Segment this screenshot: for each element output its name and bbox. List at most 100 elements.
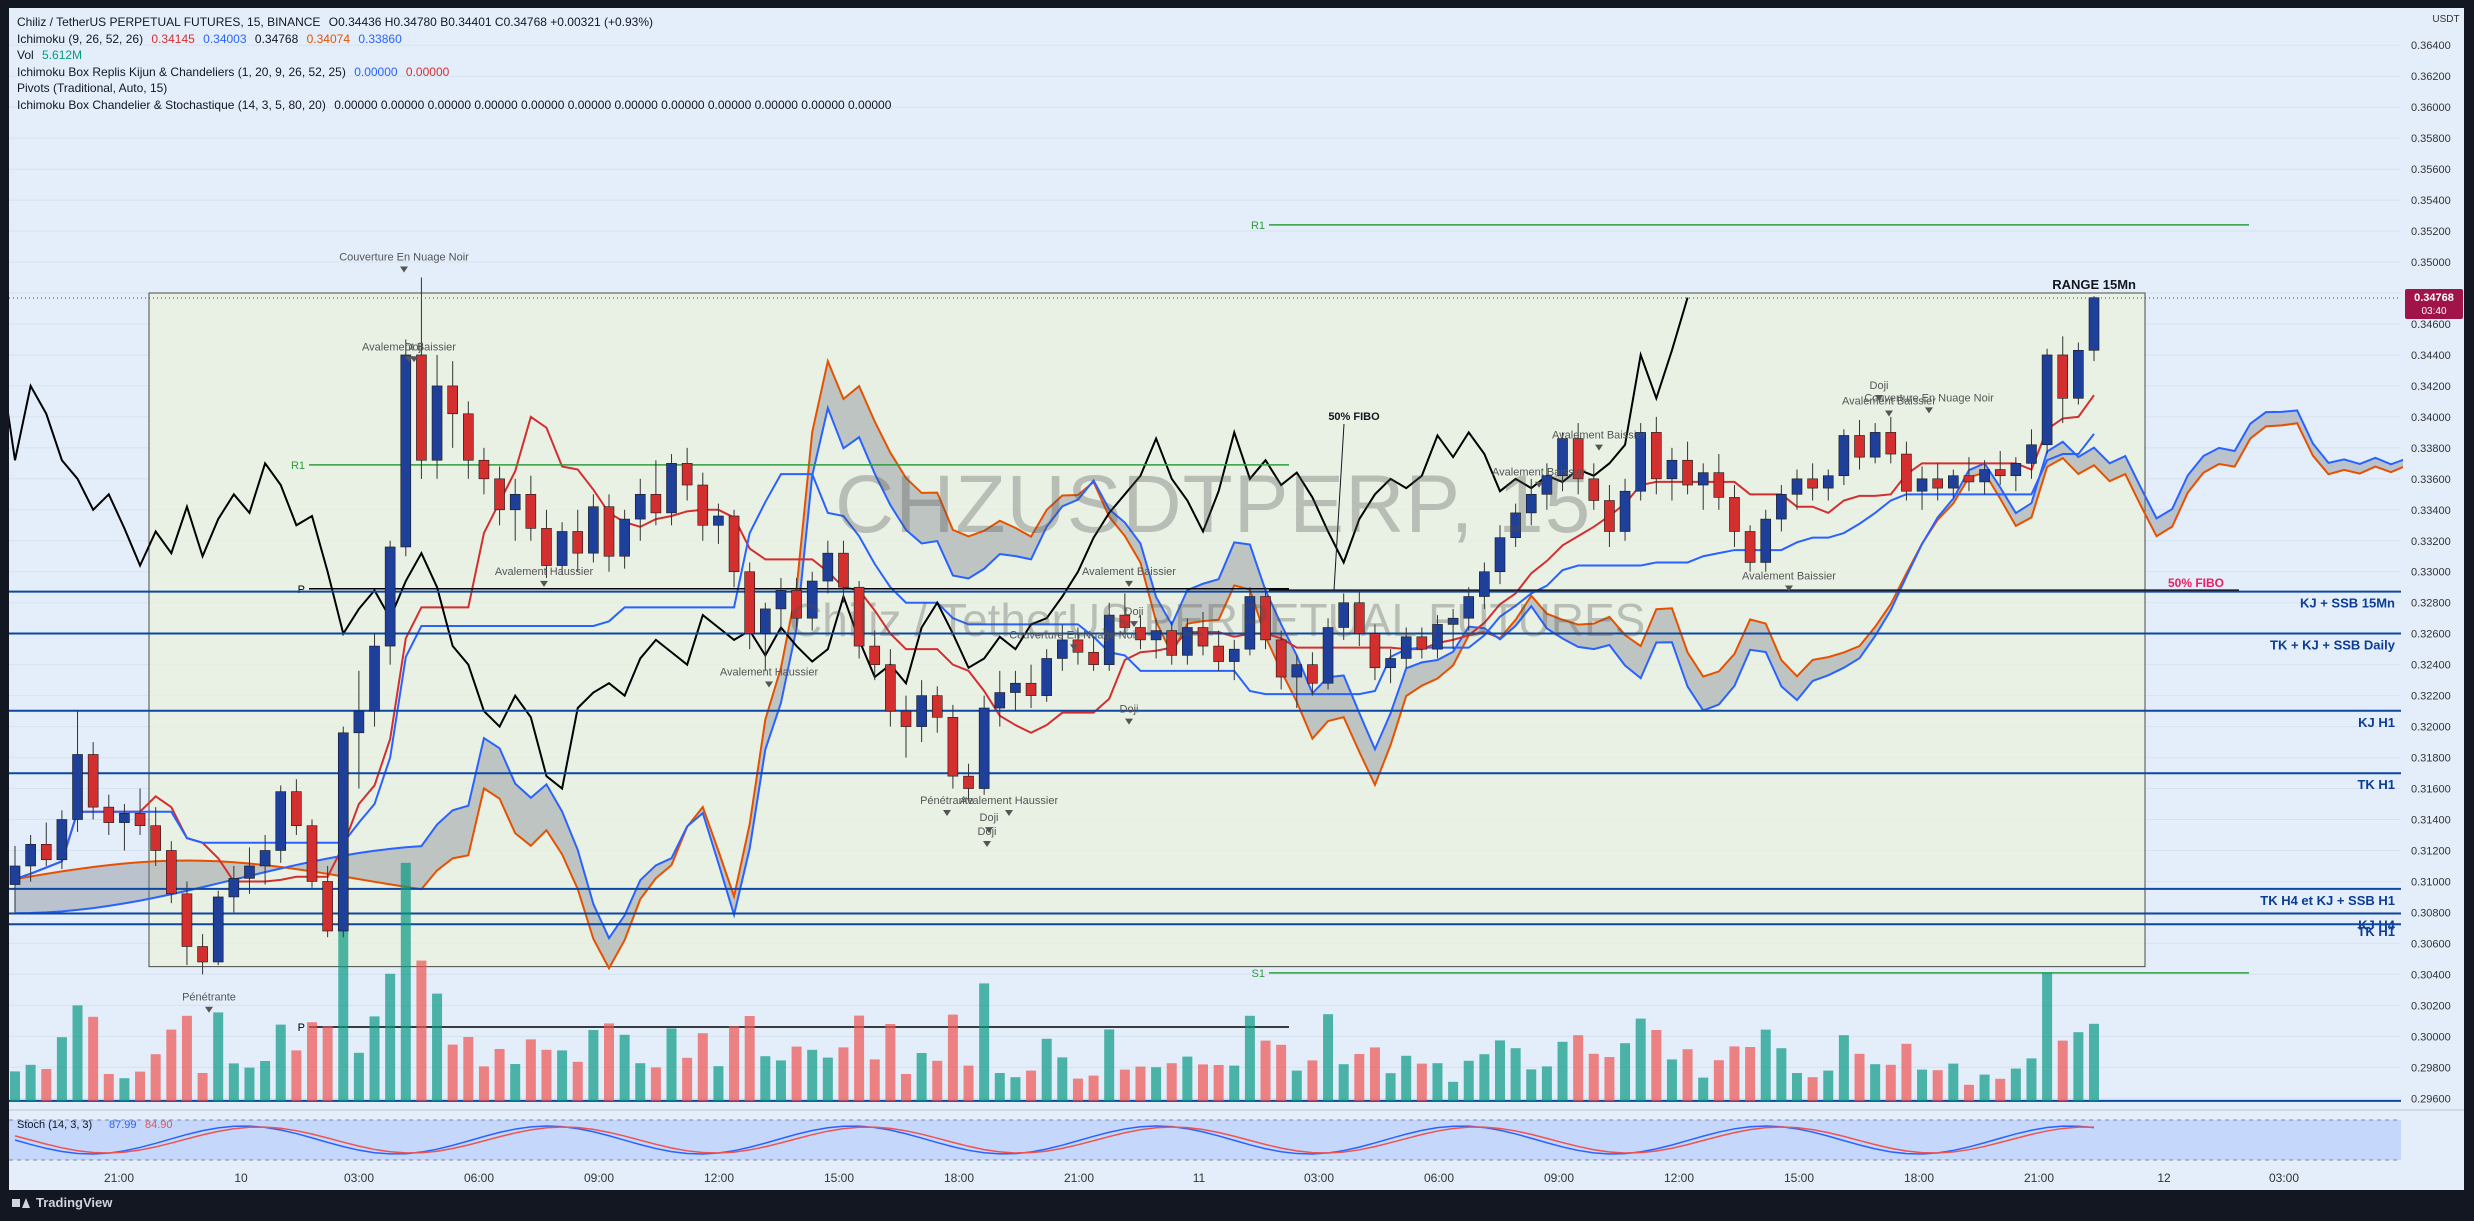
pattern-label: Doji [1870,380,1889,392]
candle-body [1291,664,1303,678]
candle-body [1869,432,1881,458]
candle[interactable] [72,711,83,832]
time-tick: 03:00 [1304,1171,1334,1185]
volume-bar [41,1069,52,1101]
candle-body [541,528,552,566]
candle[interactable] [1760,509,1772,572]
candle[interactable] [103,794,115,835]
candle-body [1854,435,1865,458]
candle[interactable] [947,704,959,789]
volume-bar [1963,1084,1974,1101]
volume-bar [1854,1053,1865,1101]
time-axis[interactable]: 21:00 10 03:00 06:00 09:00 12:00 15:00 18:00 21:… [104,1171,2299,1185]
tradingview-logo[interactable]: TradingView [12,1195,112,1210]
legend-pivots[interactable]: Pivots (Traditional, Auto, 15) [17,80,891,97]
time-tick: 15:00 [824,1171,854,1185]
candle[interactable] [166,841,177,904]
indicator-value: 0.34003 [203,31,247,46]
candle-body [838,552,849,588]
volume-bar [1885,1064,1896,1101]
chart-area[interactable]: RANGE 15MnR1R1PS1PKJ + SSB 15Mn0.32872TK… [9,8,2464,1190]
volume-bar [275,1024,286,1101]
legend-title-row[interactable]: Chiliz / TetherUS PERPETUAL FUTURES, 15,… [17,14,891,31]
candle-body [1369,633,1381,669]
candle[interactable] [978,695,990,795]
volume-bar [1276,1044,1287,1101]
candle[interactable] [40,822,52,866]
candle-body [306,825,318,882]
volume-bar [807,1049,818,1101]
candle-body [994,692,1006,709]
candle-body [25,843,36,867]
pivot-label: R1 [291,460,305,472]
candle[interactable] [2073,342,2084,405]
candle-body [1494,537,1506,573]
price-tick: 0.31200 [2411,845,2451,857]
candle-body [822,552,834,582]
volume-bar [385,973,396,1101]
candle-body [1838,435,1850,477]
volume-bar [416,960,427,1101]
candle[interactable] [87,742,99,820]
volume-bar [1823,1070,1834,1101]
volume-bar [260,1061,271,1101]
volume-bar [1682,1049,1693,1101]
volume-bar [822,1057,833,1101]
volume-bar [1151,1067,1162,1101]
candle-body [1432,624,1443,650]
candle[interactable] [2041,348,2053,455]
volume-bar [682,1057,693,1101]
volume-bar [1072,1078,1083,1101]
range-box-label: RANGE 15Mn [2052,277,2136,292]
candle[interactable] [337,726,349,938]
price-tick: 0.34200 [2411,381,2451,393]
volume-bar [291,1050,302,1101]
candle-body [1744,531,1756,563]
volume-bar [791,1046,802,1101]
volume-bar [838,1047,849,1101]
legend-ichimoku[interactable]: Ichimoku (9, 26, 52, 26) 0.34145 0.34003… [17,31,891,48]
legend-box-replis[interactable]: Ichimoku Box Replis Kijun & Chandeliers … [17,64,891,81]
volume-bar [1463,1060,1474,1101]
candle-body [1057,639,1068,659]
candle[interactable] [212,890,224,966]
volume-bar [604,1023,614,1101]
candle[interactable] [1244,587,1256,656]
candle-body [1025,682,1037,696]
volume-bar [1807,1077,1818,1101]
stoch-pane[interactable]: Stoch (14, 3, 3) 87.99 84.90 [9,1109,2464,1161]
candle[interactable] [1260,587,1271,650]
bar-countdown: 03:40 [2421,306,2446,317]
candle[interactable] [400,339,412,557]
pivot-label: S1 [1252,968,1265,980]
legend-box-stoch[interactable]: Ichimoku Box Chandelier & Stochastique (… [17,97,891,114]
chart-legend: Chiliz / TetherUS PERPETUAL FUTURES, 15,… [17,14,891,114]
candle-body [1885,432,1897,455]
candle[interactable] [306,819,318,888]
volume-bar [103,1074,114,1101]
candle-body [2057,354,2069,399]
volume-bar [2089,1023,2099,1101]
candle-body [853,586,865,647]
time-tick: 03:00 [2269,1171,2299,1185]
volume-bar [400,862,411,1101]
volume-bar [619,1034,630,1101]
volume-bar [1760,1029,1771,1101]
volume-bar [1620,1043,1631,1101]
candle-body [1385,658,1396,669]
candle[interactable] [1322,618,1334,690]
candle[interactable] [384,540,396,665]
symbol-title[interactable]: Chiliz / TetherUS PERPETUAL FUTURES, 15,… [17,15,320,29]
volume-bar [947,1014,958,1101]
chart-canvas[interactable]: RANGE 15MnR1R1PS1PKJ + SSB 15Mn0.32872TK… [9,8,2464,1190]
candle-body [869,645,881,665]
candle-body [1354,602,1365,634]
volume-bar [1088,1075,1099,1101]
volume-bar [25,1064,36,1101]
volume-bar [994,1073,1005,1101]
legend-volume[interactable]: Vol 5.612M [17,47,891,64]
volume-bar [1776,1048,1787,1101]
volume-bar [2057,1040,2068,1101]
candle-body [431,385,443,461]
volume-bar [1838,1035,1849,1101]
